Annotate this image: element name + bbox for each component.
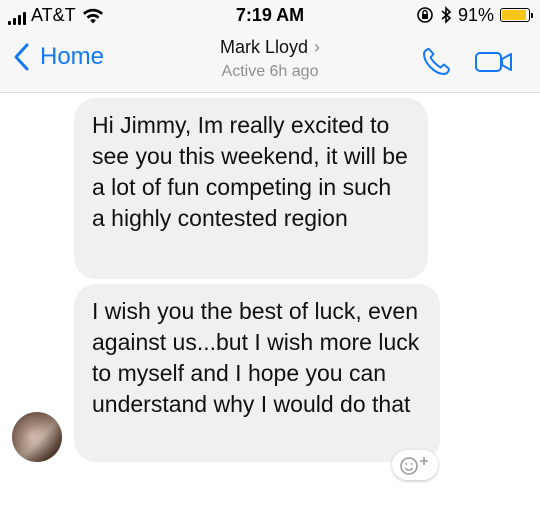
chevron-right-icon: ›: [314, 37, 321, 57]
message-bubble[interactable]: Hi Jimmy, Im really excited to see you t…: [74, 98, 428, 279]
active-status: Active 6h ago: [221, 63, 319, 80]
message-bubble[interactable]: I wish you the best of luck, even agains…: [74, 284, 440, 462]
phone-icon[interactable]: [420, 46, 452, 78]
rotation-lock-icon: [417, 7, 433, 23]
contact-title[interactable]: Mark Lloyd › Active 6h ago: [0, 36, 540, 82]
battery-level-fill: [502, 10, 526, 20]
add-reaction-button[interactable]: [392, 450, 438, 480]
battery-icon: [500, 8, 533, 22]
avatar[interactable]: [12, 412, 62, 462]
contact-name-row: Mark Lloyd ›: [0, 36, 540, 58]
status-right: 91%: [416, 5, 533, 25]
video-camera-icon[interactable]: [474, 48, 514, 76]
bluetooth-icon: [441, 6, 452, 24]
battery-percent: 91%: [457, 5, 494, 25]
contact-name: Mark Lloyd: [219, 37, 309, 57]
add-reaction-icon: [400, 457, 428, 475]
conversation-header: Home Mark Lloyd › Active 6h ago: [0, 30, 540, 93]
status-bar: AT&T 7:19 AM 91%: [0, 0, 540, 30]
